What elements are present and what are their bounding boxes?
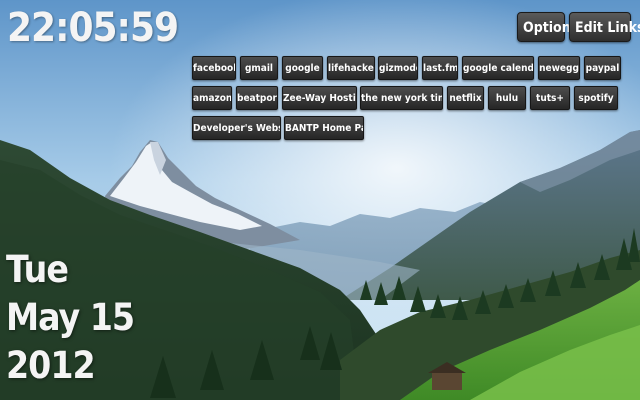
date-month-day: May 15 [6, 296, 135, 339]
link-hulu[interactable]: hulu [488, 86, 526, 110]
clock-time: 22:05:59 [7, 5, 179, 51]
link-gmail[interactable]: gmail [240, 56, 278, 80]
link-newegg[interactable]: newegg [538, 56, 580, 80]
link-new-york-times[interactable]: the new york times [360, 86, 443, 110]
link-lifehacker[interactable]: lifehacker [327, 56, 375, 80]
link-paypal[interactable]: paypal [584, 56, 621, 80]
link-beatport[interactable]: beatport [236, 86, 278, 110]
date-display: Tue May 15 2012 [6, 246, 135, 390]
link-tuts-plus[interactable]: tuts+ [530, 86, 570, 110]
link-developers-website[interactable]: Developer's Website [192, 116, 281, 140]
link-amazon[interactable]: amazon [192, 86, 232, 110]
link-lastfm[interactable]: last.fm [422, 56, 458, 80]
edit-links-button[interactable]: Edit Links [569, 12, 640, 42]
link-gizmodo[interactable]: gizmodo [378, 56, 418, 80]
link-netflix[interactable]: netflix [447, 86, 484, 110]
link-google-calendar[interactable]: google calendar [462, 56, 534, 80]
date-year: 2012 [6, 344, 96, 387]
date-weekday: Tue [6, 248, 69, 291]
link-google[interactable]: google [282, 56, 323, 80]
link-facebook[interactable]: facebook [192, 56, 236, 80]
options-button[interactable]: Options [517, 12, 578, 42]
link-bantp-home-page[interactable]: BANTP Home Page [284, 116, 364, 140]
link-spotify[interactable]: spotify [574, 86, 618, 110]
link-zee-way-hosting[interactable]: Zee-Way Hosting [282, 86, 357, 110]
